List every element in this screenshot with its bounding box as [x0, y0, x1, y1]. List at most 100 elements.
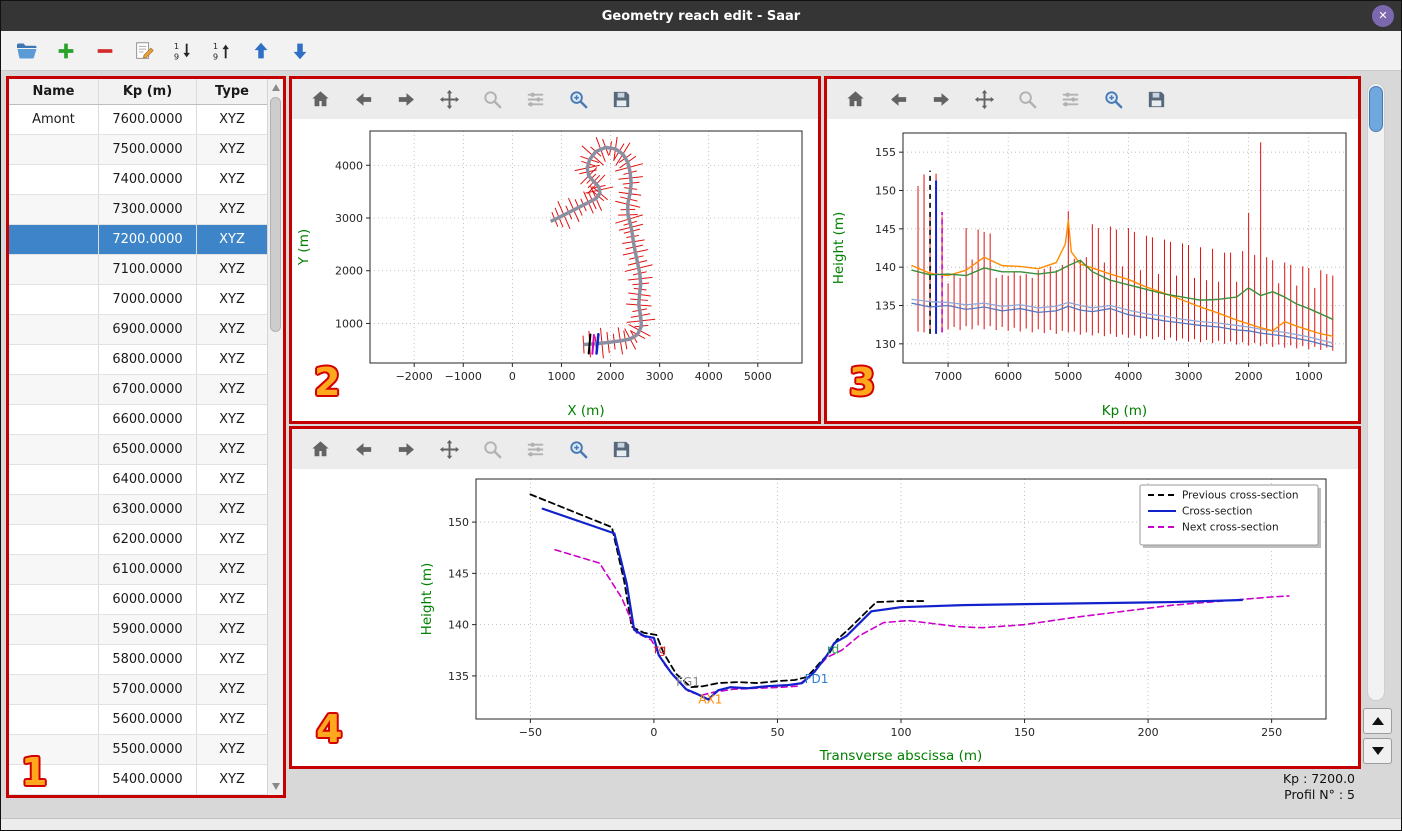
open-button[interactable] [13, 37, 41, 65]
profile-kp-cell: 7500.0000 [99, 135, 197, 164]
table-row[interactable]: 6700.0000 XYZ [9, 375, 267, 405]
forward-button[interactable] [927, 85, 955, 113]
move-up-button[interactable] [247, 37, 275, 65]
table-row[interactable]: 6800.0000 XYZ [9, 345, 267, 375]
svg-text:X (m): X (m) [567, 403, 604, 419]
previous-profile-button[interactable] [1363, 708, 1392, 734]
table-row[interactable]: 7100.0000 XYZ [9, 255, 267, 285]
plan-view-chart[interactable]: −2000 −1000 0 1000 2000 3000 4000 5000 1000 2000 3… [292, 119, 818, 421]
table-scroll-up-icon[interactable] [272, 84, 280, 91]
back-arrow-icon [355, 92, 371, 106]
profile-kp-cell: 6900.0000 [99, 315, 197, 344]
table-row[interactable]: 5700.0000 XYZ [9, 675, 267, 705]
svg-text:Transverse abscissa (m): Transverse abscissa (m) [819, 748, 983, 764]
table-row[interactable]: 6200.0000 XYZ [9, 525, 267, 555]
forward-button[interactable] [392, 85, 420, 113]
svg-text:6000: 6000 [994, 370, 1022, 383]
pan-button[interactable] [435, 435, 463, 463]
svg-text:3000: 3000 [335, 212, 363, 225]
table-row[interactable]: 6300.0000 XYZ [9, 495, 267, 525]
profile-type-cell: XYZ [219, 742, 245, 757]
home-button[interactable] [841, 85, 869, 113]
profile-kp-cell: 6500.0000 [99, 435, 197, 464]
pan-button[interactable] [970, 85, 998, 113]
column-header-type[interactable]: Type [197, 79, 267, 104]
profile-type-cell: XYZ [219, 622, 245, 637]
table-scrollbar-thumb[interactable] [270, 97, 281, 332]
back-button[interactable] [349, 85, 377, 113]
table-row[interactable]: 6900.0000 XYZ [9, 315, 267, 345]
save-button[interactable] [607, 435, 635, 463]
forward-button[interactable] [392, 435, 420, 463]
svg-text:1000: 1000 [335, 317, 363, 330]
close-button[interactable]: ✕ [1372, 5, 1394, 27]
profile-type-cell: XYZ [219, 202, 245, 217]
profile-scrollbar[interactable] [1367, 83, 1385, 701]
zoom-button[interactable] [478, 435, 506, 463]
table-row[interactable]: 7300.0000 XYZ [9, 195, 267, 225]
floppy-icon [613, 441, 629, 457]
edit-profile-button[interactable] [130, 37, 158, 65]
next-profile-button[interactable] [1363, 738, 1392, 764]
profile-kp-cell: 6300.0000 [99, 495, 197, 524]
subplots-button[interactable] [521, 435, 549, 463]
table-row[interactable]: 5600.0000 XYZ [9, 705, 267, 735]
remove-profile-button[interactable] [91, 37, 119, 65]
home-button[interactable] [306, 85, 334, 113]
table-row[interactable]: 6100.0000 XYZ [9, 555, 267, 585]
profile-name-cell [9, 645, 99, 674]
column-header-name[interactable]: Name [9, 79, 99, 104]
triangle-down-icon [1371, 747, 1384, 755]
table-row[interactable]: 7400.0000 XYZ [9, 165, 267, 195]
table-row[interactable]: 5500.0000 XYZ [9, 735, 267, 765]
cross-section-chart[interactable]: −50 0 50 100 150 200 250 135 140 145 150 Transverse… [292, 469, 1358, 766]
kp-indicator: Kp : 7200.0 [1282, 771, 1355, 786]
pan-icon [439, 89, 459, 109]
table-scrollbar[interactable] [267, 79, 283, 795]
home-button[interactable] [306, 435, 334, 463]
column-header-kp[interactable]: Kp (m) [99, 79, 197, 104]
table-row[interactable]: 5400.0000 XYZ [9, 765, 267, 795]
zoom-rect-button[interactable] [564, 435, 592, 463]
subplots-button[interactable] [1056, 85, 1084, 113]
longitudinal-profile-chart[interactable]: 7000 6000 5000 4000 3000 2000 1000 130 135 140 145… [827, 119, 1358, 421]
table-row[interactable]: 6400.0000 XYZ [9, 465, 267, 495]
subplots-button[interactable] [521, 85, 549, 113]
add-profile-button[interactable] [52, 37, 80, 65]
table-row[interactable]: Amont 7600.0000 XYZ [9, 105, 267, 135]
sort-descending-button[interactable]: 19 [169, 37, 197, 65]
table-row[interactable]: 6000.0000 XYZ [9, 585, 267, 615]
profil-indicator: Profil N° : 5 [1284, 787, 1355, 802]
table-row[interactable]: 5800.0000 XYZ [9, 645, 267, 675]
svg-text:Next cross-section: Next cross-section [1182, 522, 1279, 534]
table-header: Name Kp (m) Type [9, 79, 267, 105]
svg-text:−1000: −1000 [445, 370, 482, 383]
profile-scrollbar-thumb[interactable] [1369, 86, 1383, 132]
zoom-button[interactable] [478, 85, 506, 113]
pan-button[interactable] [435, 85, 463, 113]
back-button[interactable] [349, 435, 377, 463]
move-down-button[interactable] [286, 37, 314, 65]
profile-type-cell: XYZ [219, 712, 245, 727]
zoom-rect-button[interactable] [564, 85, 592, 113]
profiles-panel: Name Kp (m) Type Amont 7600.0000 XYZ 7500.0… [6, 76, 286, 798]
table-row[interactable]: 6600.0000 XYZ [9, 405, 267, 435]
profile-name-cell [9, 525, 99, 554]
table-row[interactable]: 5900.0000 XYZ [9, 615, 267, 645]
table-row[interactable]: 7000.0000 XYZ [9, 285, 267, 315]
profile-name-cell [9, 495, 99, 524]
table-row[interactable]: 7500.0000 XYZ [9, 135, 267, 165]
table-scroll-down-icon[interactable] [272, 783, 280, 790]
back-button[interactable] [884, 85, 912, 113]
table-row[interactable]: 6500.0000 XYZ [9, 435, 267, 465]
zoom-rect-button[interactable] [1099, 85, 1127, 113]
table-row[interactable]: 7200.0000 XYZ [9, 225, 267, 255]
save-button[interactable] [1142, 85, 1170, 113]
sort-ascending-button[interactable]: 19 [208, 37, 236, 65]
svg-text:3000: 3000 [1175, 370, 1203, 383]
profile-name-cell [9, 765, 99, 794]
profile-type-cell: XYZ [219, 442, 245, 457]
svg-text:2000: 2000 [335, 265, 363, 278]
zoom-button[interactable] [1013, 85, 1041, 113]
save-button[interactable] [607, 85, 635, 113]
